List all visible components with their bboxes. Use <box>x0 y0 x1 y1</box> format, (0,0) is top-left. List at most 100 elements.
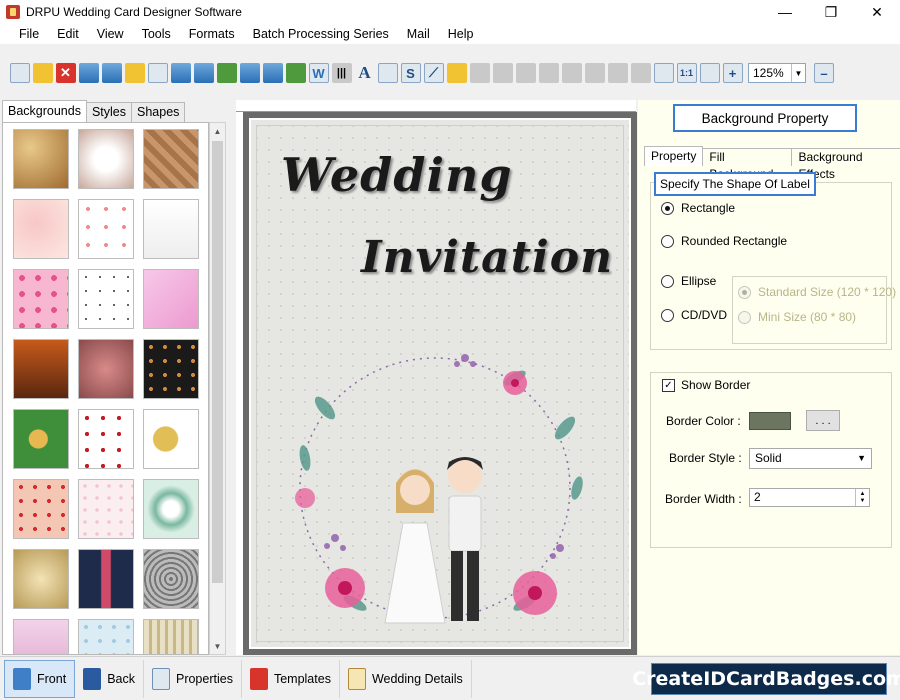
barcode-icon[interactable]: ||| <box>331 63 352 83</box>
menu-edit[interactable]: Edit <box>48 24 88 44</box>
picture-icon[interactable] <box>239 63 260 83</box>
image-icon[interactable] <box>216 63 237 83</box>
tab-backgrounds[interactable]: Backgrounds <box>2 100 87 122</box>
new-file-icon[interactable] <box>9 63 30 83</box>
templates-button[interactable]: Templates <box>242 659 340 698</box>
background-thumbnail[interactable] <box>13 479 69 539</box>
menu-help[interactable]: Help <box>439 24 483 44</box>
menu-formats[interactable]: Formats <box>180 24 244 44</box>
shape-ellipse-radio[interactable]: Ellipse <box>661 274 716 288</box>
print-preview-icon[interactable] <box>147 63 168 83</box>
scroll-down-icon[interactable]: ▼ <box>210 638 225 654</box>
save-icon[interactable] <box>78 63 99 83</box>
tab-background-effects[interactable]: Background Effects <box>791 148 900 181</box>
background-thumbnail[interactable] <box>78 129 134 189</box>
minimize-icon[interactable]: — <box>762 0 808 24</box>
print-options-icon[interactable] <box>193 63 214 83</box>
wedding-details-button[interactable]: Wedding Details <box>340 659 472 698</box>
gallery-scrollbar[interactable]: ▲ ▼ <box>209 122 226 655</box>
show-border-checkbox[interactable]: ✓ Show Border <box>662 378 750 392</box>
properties-button[interactable]: Properties <box>144 659 242 698</box>
insert-image-icon[interactable] <box>285 63 306 83</box>
tab-property[interactable]: Property <box>644 146 704 166</box>
stepper-arrows-icon[interactable]: ▲ ▼ <box>855 489 869 506</box>
delete-icon[interactable] <box>584 63 605 83</box>
back-button[interactable]: Back <box>75 659 144 698</box>
print-icon[interactable] <box>170 63 191 83</box>
background-thumbnail[interactable] <box>78 269 134 329</box>
zoom-in-icon[interactable]: + <box>722 63 743 83</box>
mini-size-radio[interactable]: Mini Size (80 * 80) <box>738 310 856 324</box>
card-title-line1[interactable]: Wedding <box>281 148 513 202</box>
grid-icon[interactable] <box>653 63 674 83</box>
background-thumbnail[interactable] <box>78 409 134 469</box>
background-thumbnail[interactable] <box>78 339 134 399</box>
shape-rounded-rectangle-radio[interactable]: Rounded Rectangle <box>661 234 787 248</box>
redo-icon[interactable] <box>492 63 513 83</box>
zoom-select[interactable]: 125% ▼ <box>748 63 806 83</box>
shape-cd-dvd-radio[interactable]: CD/DVD <box>661 308 727 322</box>
background-thumbnail[interactable] <box>78 619 134 654</box>
scrollbar-thumb[interactable] <box>212 141 223 583</box>
save-as-icon[interactable] <box>101 63 122 83</box>
background-thumbnail[interactable] <box>13 129 69 189</box>
bring-front-icon[interactable] <box>607 63 628 83</box>
text-box-icon[interactable] <box>377 63 398 83</box>
background-thumbnail[interactable] <box>13 199 69 259</box>
shape-rectangle-radio[interactable]: Rectangle <box>661 201 735 215</box>
menu-tools[interactable]: Tools <box>133 24 180 44</box>
background-thumbnail[interactable] <box>143 339 199 399</box>
actual-size-icon[interactable]: 1:1 <box>676 63 697 83</box>
close-file-icon[interactable]: ✕ <box>55 63 76 83</box>
database-icon[interactable] <box>446 63 467 83</box>
front-button[interactable]: Front <box>4 659 76 698</box>
wedding-card[interactable]: Wedding Invitation <box>243 112 637 655</box>
fit-window-icon[interactable] <box>699 63 720 83</box>
background-thumbnail[interactable] <box>143 619 199 654</box>
text-icon[interactable]: A <box>355 63 375 83</box>
border-color-swatch[interactable] <box>749 412 791 430</box>
chevron-down-icon[interactable]: ▼ <box>857 449 866 468</box>
border-color-picker-button[interactable]: . . . <box>806 410 840 431</box>
background-thumbnail[interactable] <box>143 549 199 609</box>
background-thumbnail[interactable] <box>143 129 199 189</box>
floral-wreath-with-couple-illustration[interactable] <box>265 338 605 638</box>
background-thumbnail[interactable] <box>143 199 199 259</box>
menu-mail[interactable]: Mail <box>398 24 439 44</box>
background-thumbnail[interactable] <box>78 549 134 609</box>
signature-icon[interactable]: S <box>400 63 421 83</box>
menu-batch-processing[interactable]: Batch Processing Series <box>244 24 398 44</box>
standard-size-radio[interactable]: Standard Size (120 * 120) <box>738 285 896 299</box>
background-thumbnail[interactable] <box>143 409 199 469</box>
undo-icon[interactable] <box>469 63 490 83</box>
open-folder-icon[interactable] <box>32 63 53 83</box>
tab-fill-background[interactable]: Fill Background <box>702 148 793 181</box>
background-thumbnail[interactable] <box>13 269 69 329</box>
chevron-down-icon[interactable]: ▼ <box>791 64 805 82</box>
menu-view[interactable]: View <box>88 24 133 44</box>
scroll-up-icon[interactable]: ▲ <box>210 123 225 139</box>
copy-icon[interactable] <box>538 63 559 83</box>
background-thumbnail[interactable] <box>143 269 199 329</box>
line-icon[interactable]: ⟋ <box>423 63 444 83</box>
export-icon[interactable] <box>124 63 145 83</box>
zoom-out-icon[interactable]: – <box>814 63 834 83</box>
border-width-stepper[interactable]: 2 ▲ ▼ <box>749 488 870 507</box>
background-thumbnail[interactable] <box>13 409 69 469</box>
background-thumbnail[interactable] <box>13 339 69 399</box>
cut-icon[interactable] <box>515 63 536 83</box>
background-thumbnail[interactable] <box>78 479 134 539</box>
background-thumbnail[interactable] <box>143 479 199 539</box>
close-icon[interactable]: ✕ <box>854 0 900 24</box>
border-style-select[interactable]: Solid ▼ <box>749 448 872 469</box>
word-art-icon[interactable]: W <box>308 63 329 83</box>
card-title-line2[interactable]: Invitation <box>361 232 613 283</box>
paste-icon[interactable] <box>561 63 582 83</box>
tab-shapes[interactable]: Shapes <box>131 102 186 122</box>
background-thumbnail[interactable] <box>78 199 134 259</box>
background-property-button[interactable]: Background Property <box>673 104 857 132</box>
menu-file[interactable]: File <box>10 24 48 44</box>
background-thumbnail[interactable] <box>13 549 69 609</box>
background-thumbnail[interactable] <box>13 619 69 654</box>
send-back-icon[interactable] <box>630 63 651 83</box>
